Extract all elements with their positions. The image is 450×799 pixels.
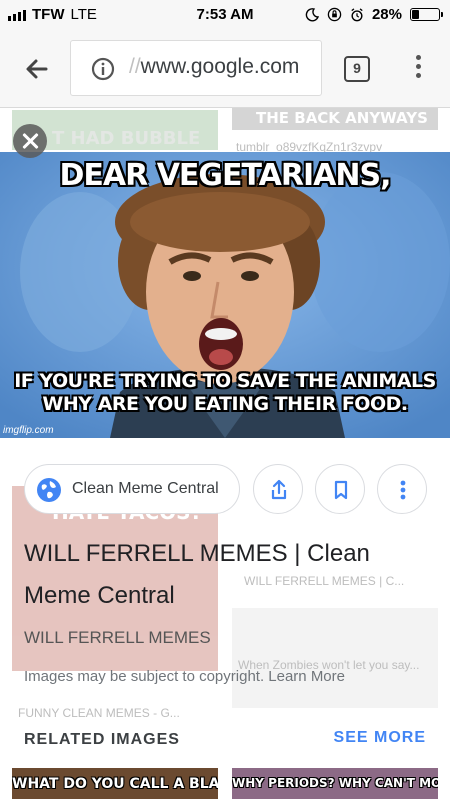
tab-switcher-button[interactable]: 9 (344, 56, 370, 82)
related-images-heading: RELATED IMAGES (24, 731, 180, 748)
bookmark-button[interactable] (315, 464, 365, 514)
bg-caption-3: T HAD BUBBLE (52, 128, 201, 149)
bookmark-icon (334, 480, 348, 500)
browser-toolbar: //www.google.com 9 (0, 30, 450, 108)
back-arrow-icon[interactable] (20, 52, 54, 86)
battery-percent: 28% (371, 6, 402, 23)
bg-caption-7: FUNNY CLEAN MEMES - G... (18, 706, 180, 720)
imgflip-watermark: imgflip.com (3, 425, 54, 436)
close-button[interactable] (13, 124, 47, 158)
overflow-menu-icon[interactable] (408, 52, 428, 84)
moon-icon (305, 7, 319, 21)
meme-bottom-line-2: WHY ARE YOU EATING THEIR FOOD. (42, 393, 408, 415)
meme-top-text: DEAR VEGETARIANS, (59, 158, 392, 193)
alarm-icon (351, 7, 363, 21)
see-more-link[interactable]: SEE MORE (334, 729, 426, 747)
share-icon (271, 479, 287, 500)
related-thumb-1-caption: WHAT DO YOU CALL A BLACK (12, 776, 218, 792)
status-bar: TFW LTE 7:53 AM 28% (0, 0, 450, 30)
status-right: 28% (305, 6, 443, 23)
meme-bottom-line-1: IF YOU'RE TRYING TO SAVE THE ANIMALS (14, 370, 436, 392)
battery-icon (410, 8, 443, 21)
source-chip[interactable]: Clean Meme Central (24, 464, 240, 514)
url-prefix: // (129, 55, 141, 78)
url-domain: www.google.com (140, 55, 300, 78)
meme-bottom-text: IF YOU'RE TRYING TO SAVE THE ANIMALS WHY… (0, 370, 450, 416)
bg-caption-1: THE BACK ANYWAYS (256, 109, 428, 127)
source-name: Clean Meme Central (72, 480, 219, 497)
site-name[interactable]: WILL FERRELL MEMES (24, 628, 211, 648)
globe-icon (37, 478, 61, 502)
meme-image[interactable]: DEAR VEGETARIANS, IF YOU'RE TRYING TO SA… (0, 152, 450, 438)
orientation-lock-icon (327, 7, 342, 22)
related-thumb-2-caption: WHY PERIODS? WHY CAN'T MOTHER (232, 776, 438, 790)
url-bar[interactable]: //www.google.com (70, 40, 322, 96)
share-button[interactable] (253, 464, 303, 514)
copyright-notice[interactable]: Images may be subject to copyright. Lear… (24, 668, 345, 685)
more-options-button[interactable] (377, 464, 427, 514)
more-vert-icon (400, 480, 406, 500)
result-title[interactable]: WILL FERRELL MEMES | Clean Meme Central (24, 533, 424, 617)
bg-thumb-top-right[interactable]: THE BACK ANYWAYS (232, 108, 438, 130)
related-thumb-1[interactable]: WHAT DO YOU CALL A BLACK (12, 768, 218, 799)
related-thumb-2[interactable]: WHY PERIODS? WHY CAN'T MOTHER (232, 768, 438, 799)
info-icon[interactable] (91, 57, 115, 81)
battery-fill (412, 10, 419, 19)
url-text: //www.google.com (129, 55, 299, 79)
